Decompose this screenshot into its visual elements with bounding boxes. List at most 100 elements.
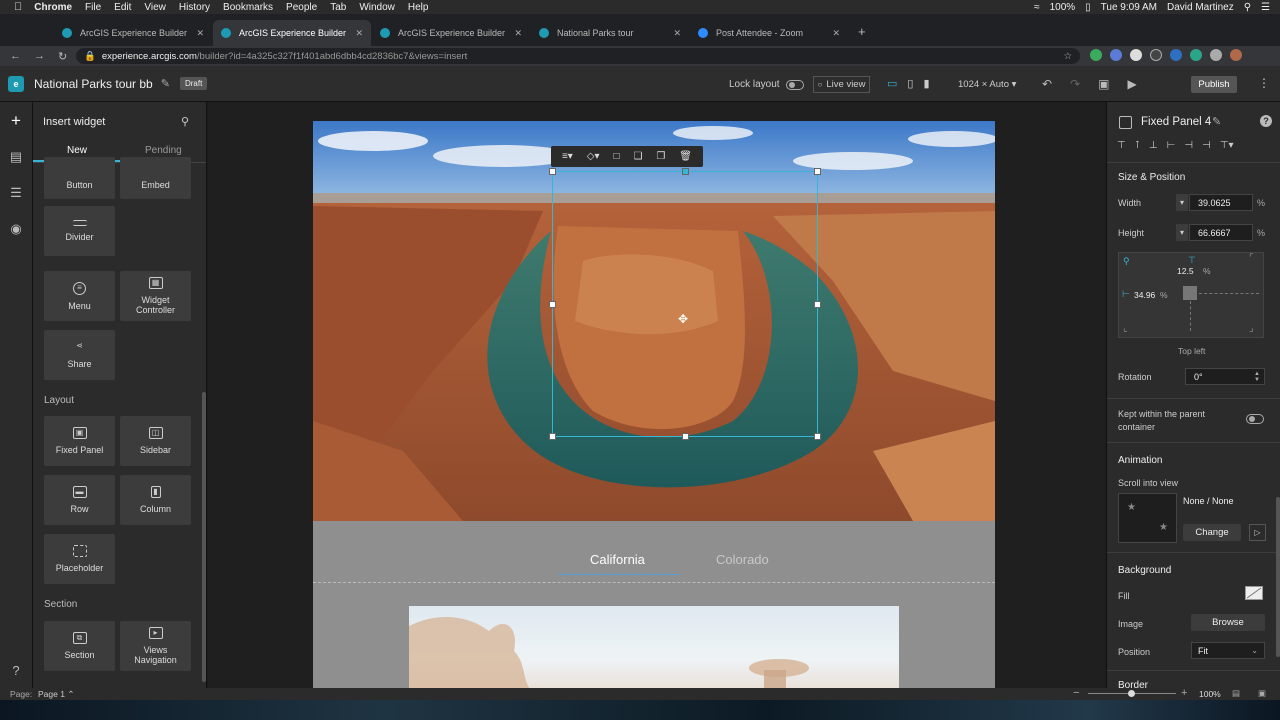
apple-icon[interactable]:  <box>14 1 22 13</box>
position-anchor-box[interactable]: ⚲ ⌜ ⌞ ⌟ ⊤ 12.5 % ⊢ 34.96 % <box>1118 252 1264 338</box>
resize-handle-ne[interactable] <box>814 168 821 175</box>
battery-icon[interactable]: ▯ <box>1085 2 1091 13</box>
animation-preview[interactable]: ★ ★ <box>1118 493 1177 543</box>
battery-percent[interactable]: 100% <box>1050 2 1076 13</box>
zoom-out-icon[interactable]: − <box>1073 687 1079 699</box>
left-offset-value[interactable]: 34.96 <box>1134 290 1155 300</box>
top-offset-value[interactable]: 12.5 <box>1177 266 1194 276</box>
widget-fixed-panel[interactable]: ▣ Fixed Panel <box>44 416 115 466</box>
widget-button[interactable]: Button <box>44 157 115 199</box>
close-icon[interactable]: ✕ <box>673 28 681 39</box>
lock-layout-control[interactable]: Lock layout <box>729 79 804 90</box>
left-offset-unit[interactable]: % <box>1160 290 1168 300</box>
resize-handle-sw[interactable] <box>549 433 556 440</box>
fit-width-icon[interactable]: ▤ <box>1232 688 1240 699</box>
tab-pending[interactable]: Pending <box>145 145 182 156</box>
menubar-app-name[interactable]: Chrome <box>34 2 72 13</box>
align-middle-icon[interactable]: ⊺ <box>1135 140 1140 151</box>
height-unit[interactable]: % <box>1257 228 1265 238</box>
more-options-icon[interactable]: ⋮ <box>1258 76 1270 90</box>
width-input[interactable]: 39.0625 <box>1189 194 1253 211</box>
widget-section[interactable]: ⧉ Section <box>44 621 115 671</box>
extension-icon[interactable] <box>1090 49 1102 61</box>
anchor-bottom-right-corner[interactable]: ⌟ <box>1249 323 1254 334</box>
close-icon[interactable]: ✕ <box>514 28 522 39</box>
resize-handle-s[interactable] <box>682 433 689 440</box>
align-icon[interactable]: ≡▾ <box>562 151 573 162</box>
top-offset-unit[interactable]: % <box>1203 266 1211 276</box>
copy-icon[interactable]: ❐ <box>656 151 665 162</box>
width-mode-dropdown[interactable]: ▾ <box>1176 194 1188 211</box>
panel-widget-title[interactable]: Fixed Panel 4 <box>1141 116 1211 128</box>
extension-icon[interactable] <box>1130 49 1142 61</box>
browser-tab[interactable]: Post Attendee - Zoom ✕ <box>690 20 848 46</box>
widget-embed[interactable]: Embed <box>120 157 191 199</box>
duplicate-icon[interactable]: ❏ <box>633 151 642 162</box>
distribute-icon[interactable]: ⊤▾ <box>1220 140 1234 151</box>
help-icon[interactable]: ? <box>9 664 23 678</box>
align-center-icon[interactable]: ⊣ <box>1184 140 1193 151</box>
page-selector[interactable]: Page 1 ⌃ <box>38 689 74 700</box>
insert-plus-icon[interactable]: + <box>9 112 23 129</box>
tablet-device-icon[interactable]: ▯ <box>907 77 913 90</box>
publish-button[interactable]: Publish <box>1191 76 1237 93</box>
preview-play-icon[interactable]: ▶ <box>1127 77 1136 91</box>
search-icon[interactable]: ⚲ <box>1244 2 1251 13</box>
reload-icon[interactable]: ↻ <box>58 50 72 63</box>
new-tab-plus-icon[interactable]: + <box>858 24 866 39</box>
phone-device-icon[interactable]: ▮ <box>923 77 929 90</box>
browse-button[interactable]: Browse <box>1191 614 1265 631</box>
widget-placeholder[interactable]: Placeholder <box>44 534 115 584</box>
edit-pencil-icon[interactable]: ✎ <box>161 77 170 90</box>
menubar-view[interactable]: View <box>144 2 166 13</box>
resize-handle-n[interactable] <box>682 168 689 175</box>
redo-icon[interactable]: ↷ <box>1070 77 1080 91</box>
zoom-slider-thumb[interactable] <box>1128 690 1135 697</box>
address-bar[interactable]: 🔒 experience.arcgis.com/builder?id=4a325… <box>76 48 1080 64</box>
menubar-file[interactable]: File <box>85 2 101 13</box>
fit-screen-icon[interactable]: ▣ <box>1258 688 1266 699</box>
california-section-image[interactable] <box>409 606 899 688</box>
lock-icon[interactable]: □ <box>613 151 619 162</box>
widget-widget-controller[interactable]: ▦ Widget Controller <box>120 271 191 321</box>
browser-tab[interactable]: National Parks tour ✕ <box>531 20 689 46</box>
tab-new[interactable]: New <box>67 145 87 156</box>
align-top-icon[interactable]: ⊤ <box>1117 140 1126 151</box>
kept-within-toggle[interactable] <box>1246 414 1264 424</box>
widget-menu[interactable]: ≡ Menu <box>44 271 115 321</box>
extension-icon[interactable] <box>1190 49 1202 61</box>
wifi-icon[interactable]: ≈ <box>1034 2 1040 13</box>
resize-handle-se[interactable] <box>814 433 821 440</box>
close-icon[interactable]: ✕ <box>832 28 840 39</box>
tab-california[interactable]: California <box>590 552 645 567</box>
anchor-bottom-left-corner[interactable]: ⌞ <box>1123 323 1128 334</box>
menubar-edit[interactable]: Edit <box>114 2 131 13</box>
experience-builder-logo-icon[interactable]: e <box>8 75 24 92</box>
browser-tab-active[interactable]: ArcGIS Experience Builder ✕ <box>213 20 371 46</box>
close-icon[interactable]: ✕ <box>355 28 363 39</box>
zoom-in-icon[interactable]: + <box>1181 687 1187 699</box>
help-icon[interactable]: ? <box>1260 115 1272 127</box>
close-icon[interactable]: ✕ <box>196 28 204 39</box>
profile-avatar[interactable] <box>1230 49 1242 61</box>
menubar-window[interactable]: Window <box>359 2 395 13</box>
anchor-top-left-icon[interactable]: ⚲ <box>1123 256 1130 267</box>
menubar-user[interactable]: David Martinez <box>1167 2 1234 13</box>
widget-column[interactable]: ▮ Column <box>120 475 191 525</box>
align-bottom-icon[interactable]: ⊥ <box>1149 140 1158 151</box>
save-icon[interactable]: ▣ <box>1098 77 1109 91</box>
menubar-help[interactable]: Help <box>408 2 429 13</box>
menubar-history[interactable]: History <box>179 2 210 13</box>
search-icon[interactable]: ⚲ <box>181 115 189 128</box>
resolution-dropdown[interactable]: 1024 × Auto ▾ <box>958 79 1016 90</box>
forward-arrow-icon[interactable]: → <box>34 50 48 62</box>
extension-icon[interactable] <box>1110 49 1122 61</box>
resize-handle-e[interactable] <box>814 301 821 308</box>
desktop-device-icon[interactable]: ▭ <box>887 77 897 90</box>
menu-list-icon[interactable]: ☰ <box>1261 2 1270 13</box>
panel-scrollbar[interactable] <box>1276 497 1280 657</box>
menubar-people[interactable]: People <box>286 2 317 13</box>
width-unit[interactable]: % <box>1257 198 1265 208</box>
resize-handle-nw[interactable] <box>549 168 556 175</box>
height-mode-dropdown[interactable]: ▾ <box>1176 224 1188 241</box>
